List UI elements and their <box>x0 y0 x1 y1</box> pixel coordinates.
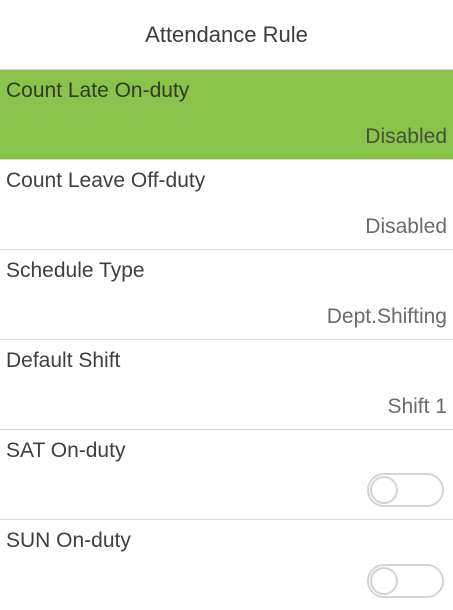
toggle-knob <box>370 567 398 595</box>
schedule-type-value: Dept.Shifting <box>326 305 447 328</box>
schedule-type-label: Schedule Type <box>6 259 145 282</box>
count-late-on-duty-label: Count Late On-duty <box>6 79 190 102</box>
page-title: Attendance Rule <box>0 0 453 70</box>
count-leave-off-duty-label: Count Leave Off-duty <box>6 169 206 192</box>
count-leave-off-duty-row[interactable]: Count Leave Off-duty Disabled <box>0 160 453 250</box>
default-shift-value: Shift 1 <box>387 395 447 418</box>
attendance-rule-screen: Attendance Rule Count Late On-duty Disab… <box>0 0 453 610</box>
sun-on-duty-row[interactable]: SUN On-duty <box>0 520 453 610</box>
default-shift-label: Default Shift <box>6 349 121 372</box>
sat-on-duty-label: SAT On-duty <box>6 439 126 462</box>
toggle-knob <box>370 476 398 504</box>
sun-on-duty-toggle[interactable] <box>367 564 444 598</box>
count-leave-off-duty-value: Disabled <box>365 215 447 238</box>
default-shift-row[interactable]: Default Shift Shift 1 <box>0 340 453 430</box>
sat-on-duty-toggle[interactable] <box>367 473 444 507</box>
sun-on-duty-label: SUN On-duty <box>6 529 131 552</box>
count-late-on-duty-value: Disabled <box>365 125 447 148</box>
sat-on-duty-row[interactable]: SAT On-duty <box>0 430 453 520</box>
count-late-on-duty-row[interactable]: Count Late On-duty Disabled <box>0 70 453 160</box>
schedule-type-row[interactable]: Schedule Type Dept.Shifting <box>0 250 453 340</box>
page-title-text: Attendance Rule <box>145 21 308 47</box>
attendance-rule-list: Count Late On-duty Disabled Count Leave … <box>0 70 453 610</box>
